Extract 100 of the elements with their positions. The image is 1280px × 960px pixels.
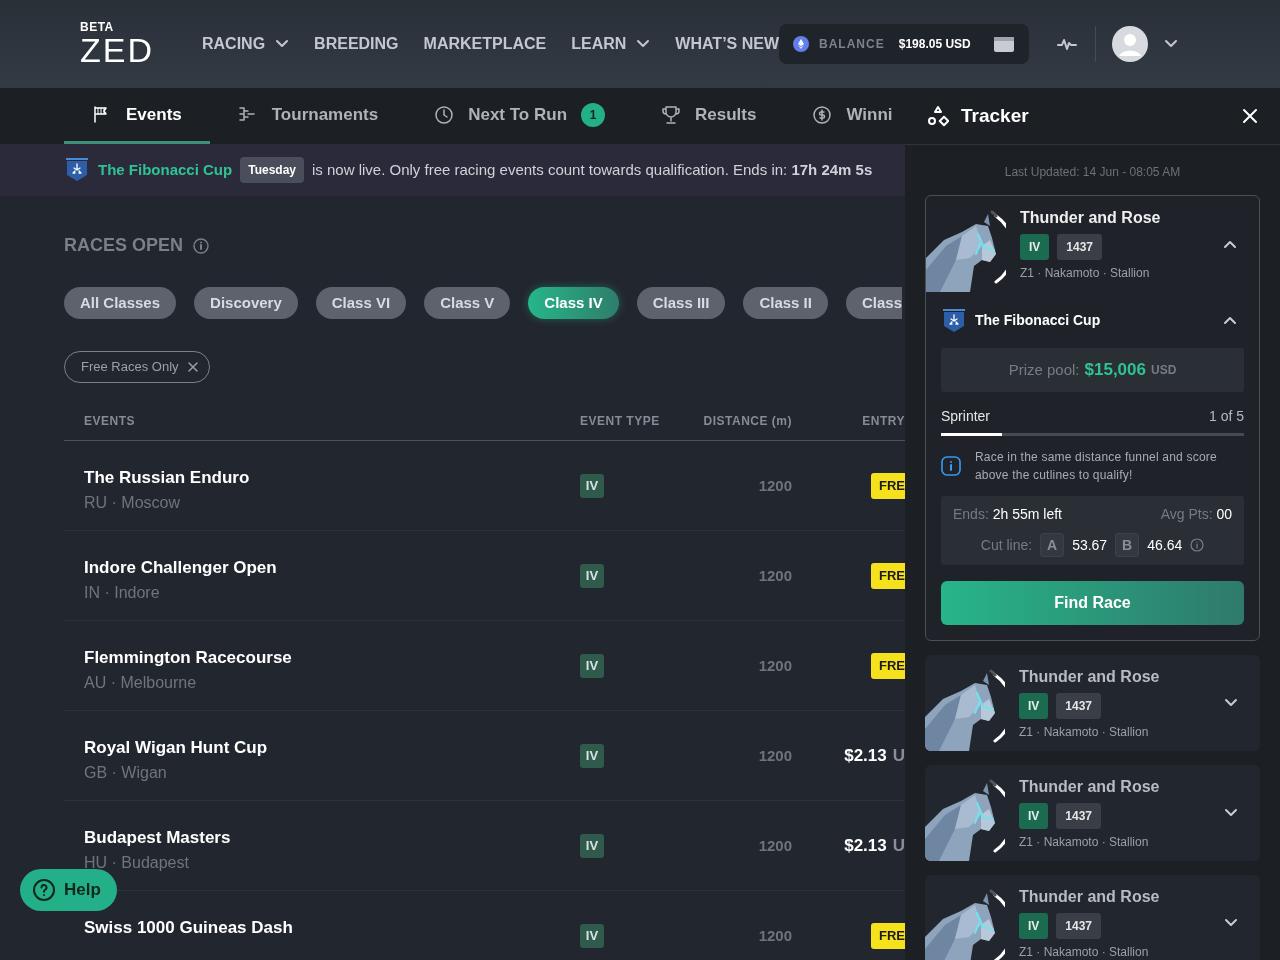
class-filter-chip[interactable]: All Classes <box>64 287 177 319</box>
dollar-icon <box>812 104 833 125</box>
horse-card[interactable] <box>925 195 1260 641</box>
grade-badge: A <box>1040 533 1065 557</box>
tab[interactable]: Tournaments <box>209 88 407 144</box>
class-filter-chip[interactable]: Class <box>845 287 902 319</box>
nav-link[interactable]: MARKETPLACE <box>423 32 547 56</box>
count-badge: 1 <box>581 102 606 127</box>
tab[interactable]: Results <box>633 88 785 144</box>
horse-name: Thunder and Rose <box>1020 208 1161 228</box>
event-name[interactable]: Budapest Masters <box>84 825 580 851</box>
help-icon <box>32 878 56 902</box>
class-filter-chip[interactable]: Class III <box>636 287 726 319</box>
trophy-icon <box>661 104 682 125</box>
funnel-tab[interactable]: Sprinter <box>941 406 991 427</box>
activity-icon[interactable] <box>1056 37 1077 51</box>
free-entry-badge: FRE <box>871 923 905 949</box>
nav-link[interactable]: RACING <box>202 32 290 56</box>
event-type-badge: IV <box>580 654 604 678</box>
class-badge: IV <box>1019 803 1049 829</box>
tab[interactable]: Next To Run 1 <box>406 88 634 144</box>
info-icon <box>1190 538 1205 552</box>
column-header: DISTANCE (m) <box>702 412 792 430</box>
class-badge: IV <box>1020 234 1050 260</box>
event-name[interactable]: Swiss 1000 Guineas Dash <box>84 915 580 941</box>
wallet-icon[interactable] <box>992 35 1015 53</box>
column-header: EVENT TYPE <box>580 412 661 430</box>
distance-value: 1200 <box>757 745 792 766</box>
event-type-badge: IV <box>580 924 604 948</box>
event-location: IN · Indore <box>84 582 161 603</box>
horse-details: Z1 · Nakamoto · Stallion <box>1019 724 1150 741</box>
class-filter-chip[interactable]: Discovery <box>194 287 298 319</box>
horse-card[interactable]: Thunder and Rose IV 1437 Z1 · Nakamoto · Stallion <box>925 765 1260 861</box>
distance-value: 1200 <box>757 655 792 676</box>
logo[interactable]: ZED <box>80 33 154 67</box>
event-name[interactable]: Flemmington Racecourse <box>84 645 580 671</box>
rating-badge: 1437 <box>1056 803 1102 829</box>
distance-value: 1200 <box>757 475 792 496</box>
entry-currency: U <box>892 745 905 768</box>
shield-icon <box>64 157 90 183</box>
tracker-icon <box>927 105 949 127</box>
last-updated: Last Updated: 14 Jun - 08:05 AM <box>1003 164 1182 181</box>
horse-details: Z1 · Nakamoto · Stallion <box>1020 265 1151 282</box>
event-name[interactable]: The Russian Enduro <box>84 465 580 491</box>
find-race-button[interactable]: Find Race <box>941 581 1244 625</box>
prize-amount: $15,006 <box>1084 359 1146 382</box>
avg-points: Avg Pts: 00 <box>1160 505 1232 524</box>
avatar-icon[interactable] <box>1111 26 1148 62</box>
cut-line-value: 53.67 <box>1072 535 1108 555</box>
column-header: EVENTS <box>83 412 136 430</box>
ethereum-icon <box>793 36 810 52</box>
column-header: ENTRY <box>861 412 905 430</box>
rating-badge: 1437 <box>1056 913 1102 939</box>
section-title: RACES OPEN <box>64 234 184 257</box>
event-type-badge: IV <box>580 744 604 768</box>
event-name[interactable]: Royal Wigan Hunt Cup <box>84 735 580 761</box>
event-type-badge: IV <box>580 564 604 588</box>
rating-badge: 1437 <box>1057 234 1103 260</box>
class-filter-chip[interactable]: Class II <box>743 287 828 319</box>
horse-card[interactable]: Thunder and Rose IV 1437 Z1 · Nakamoto · Stallion <box>925 875 1260 960</box>
distance-value: 1200 <box>757 925 792 946</box>
event-location: RU · Moscow <box>84 492 181 513</box>
ends-text: Ends: 2h 55m left <box>953 505 1062 524</box>
nav-link[interactable]: LEARN <box>571 32 651 56</box>
event-name[interactable]: Indore Challenger Open <box>84 555 580 581</box>
entry-currency: U <box>892 835 905 858</box>
class-filter-chip[interactable]: Class IV <box>528 287 619 319</box>
class-filter-chip[interactable]: Class V <box>424 287 511 319</box>
tournament-name: The Fibonacci Cup <box>975 310 1101 330</box>
panel-title: Tracker <box>961 103 1029 128</box>
grade-badge: B <box>1115 533 1140 557</box>
class-filter-chip[interactable]: Class VI <box>315 287 407 319</box>
horse-name: Thunder and Rose <box>1019 887 1160 907</box>
class-badge: IV <box>1019 693 1049 719</box>
event-type-badge: IV <box>580 474 604 498</box>
free-entry-badge: FRE <box>871 563 905 589</box>
event-location: GB · Wigan <box>84 762 168 783</box>
event-location: AU · Melbourne <box>84 672 198 693</box>
horse-name: Thunder and Rose <box>1019 777 1160 797</box>
tab[interactable]: Winni <box>784 88 905 144</box>
horse-details: Z1 · Nakamoto · Stallion <box>1019 944 1150 960</box>
horse-name: Thunder and Rose <box>1019 667 1160 687</box>
nav-link[interactable]: WHAT’S NEW <box>675 32 780 56</box>
entry-fee: $2.13 <box>844 835 887 858</box>
shield-icon <box>941 308 965 332</box>
cut-line-value: 46.64 <box>1147 535 1183 555</box>
day-tag: Tuesday <box>240 157 304 183</box>
horse-card[interactable]: Thunder and Rose IV 1437 Z1 · Nakamoto · Stallion <box>925 655 1260 751</box>
distance-value: 1200 <box>757 565 792 586</box>
prize-currency: USD <box>1151 362 1177 379</box>
info-icon <box>941 456 961 476</box>
filter-label: Free Races Only <box>81 358 179 377</box>
horse-details: Z1 · Nakamoto · Stallion <box>1019 834 1150 851</box>
cup-name: The Fibonacci Cup <box>98 159 233 180</box>
close-icon[interactable] <box>186 361 199 373</box>
balance-amount: $198.05 USD <box>898 36 971 53</box>
cut-line-label: Cut line: <box>980 535 1033 555</box>
prize-label: Prize pool: <box>1008 359 1080 380</box>
nav-link[interactable]: BREEDING <box>314 32 399 56</box>
help-button[interactable]: Help <box>20 869 117 911</box>
